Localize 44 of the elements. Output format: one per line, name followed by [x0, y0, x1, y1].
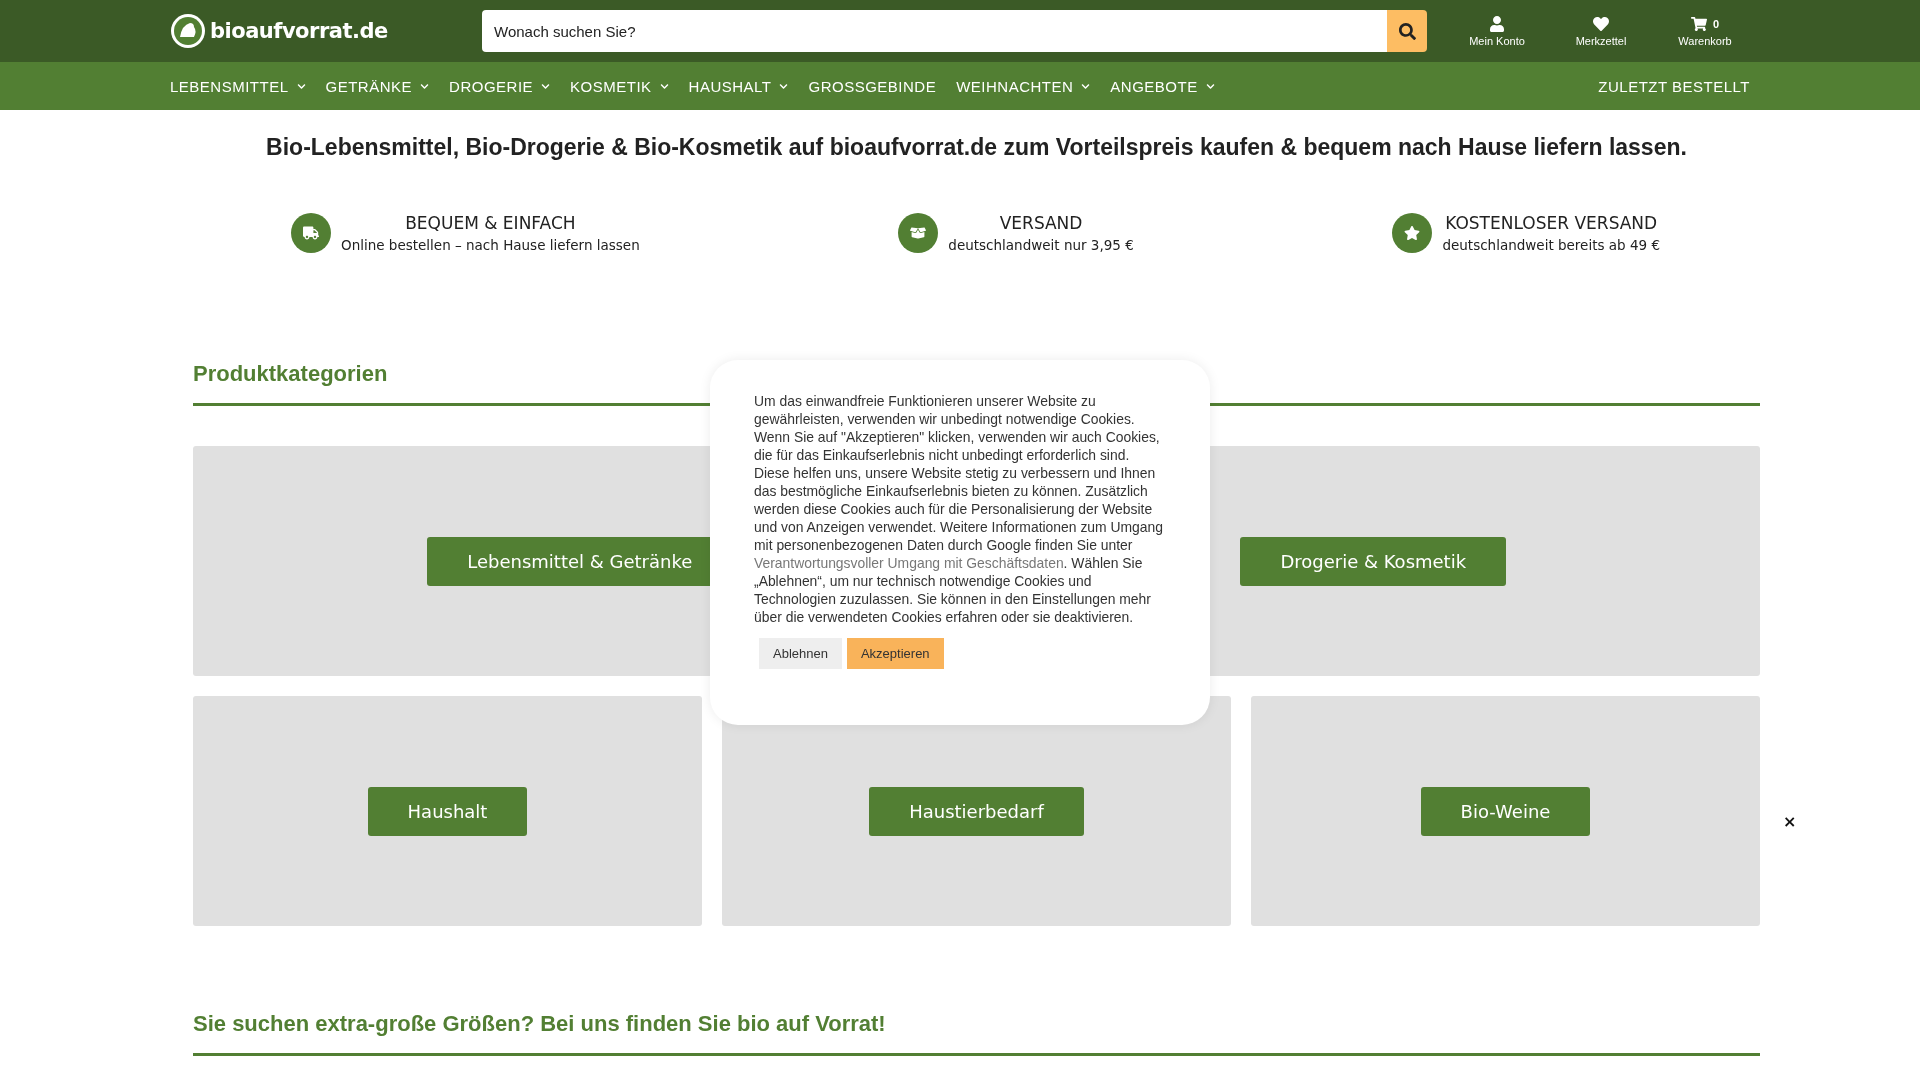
user-icon — [1489, 15, 1505, 32]
header-link[interactable]: Mein Konto — [1465, 15, 1529, 47]
truck-icon — [303, 225, 319, 241]
header-link-label: Merkzettel — [1575, 34, 1627, 47]
category-button[interactable]: Haustierbedarf — [869, 786, 1084, 836]
header-link[interactable]: Merkzettel — [1569, 15, 1633, 47]
feature-text: Online bestellen – nach Hause liefern lassen — [341, 237, 640, 253]
heart-icon — [1593, 15, 1609, 32]
accept-button[interactable]: Akzeptieren — [846, 638, 944, 669]
logo-icon — [170, 13, 206, 49]
category-card[interactable]: Bio-Weine — [1251, 696, 1760, 926]
star-icon — [1404, 225, 1421, 241]
feature-title: KOSTENLOSER VERSAND — [1445, 213, 1658, 233]
category-button[interactable]: Drogerie & Kosmetik — [1240, 536, 1507, 586]
feature-title: BEQUEM & EINFACH — [405, 213, 576, 233]
nav-item[interactable]: GROSSGEBINDE — [808, 77, 937, 95]
feature-text: deutschlandweit bereits ab 49 € — [1442, 237, 1660, 253]
feature-title: VERSAND — [999, 213, 1083, 233]
section-heading: Sie suchen extra-große Größen? Bei uns finden Sie bio auf Vorrat! — [193, 1011, 1760, 1056]
close-button[interactable]: × — [1783, 812, 1797, 831]
search-icon — [1398, 22, 1416, 40]
header-link-label: Mein Konto — [1469, 34, 1525, 47]
category-card[interactable]: Haushalt — [193, 696, 702, 926]
nav-item[interactable]: HAUSHALT — [688, 77, 789, 95]
decline-button[interactable]: Ablehnen — [759, 638, 842, 669]
nav-item[interactable]: GETRÄNKE — [325, 77, 430, 95]
cart-count: 0 — [1712, 17, 1720, 30]
category-button[interactable]: Bio-Weine — [1420, 786, 1591, 836]
nav-item[interactable]: KOSMETIK — [570, 77, 669, 95]
headline: Bio-Lebensmittel, Bio-Drogerie & Bio-Kosmetik auf bioaufvorrat.de zum Vorteilspreis kaufen & bequem nach Hause liefern lassen. — [265, 134, 1688, 161]
logo-text[interactable]: bioaufvorrat.de — [210, 19, 388, 43]
nav-item[interactable]: WEIHNACHTEN — [956, 77, 1091, 95]
nav-item[interactable]: DROGERIE — [449, 77, 551, 95]
feature-text: deutschlandweit nur 3,95 € — [948, 237, 1134, 253]
nav-item[interactable]: LEBENSMITTEL — [170, 77, 306, 95]
cart-icon — [1690, 15, 1707, 32]
category-button[interactable]: Haushalt — [367, 786, 528, 836]
header-link[interactable]: 0 Warenkorb — [1673, 15, 1737, 47]
search-field[interactable]: Wonach suchen Sie? — [482, 10, 1387, 52]
search-button[interactable] — [1387, 10, 1427, 52]
nav-item[interactable]: ANGEBOTE — [1110, 77, 1215, 95]
nav-item[interactable]: ZULETZT BESTELLT — [1598, 77, 1750, 95]
header-link-label: Warenkorb — [1678, 34, 1732, 47]
box-icon — [910, 225, 927, 241]
